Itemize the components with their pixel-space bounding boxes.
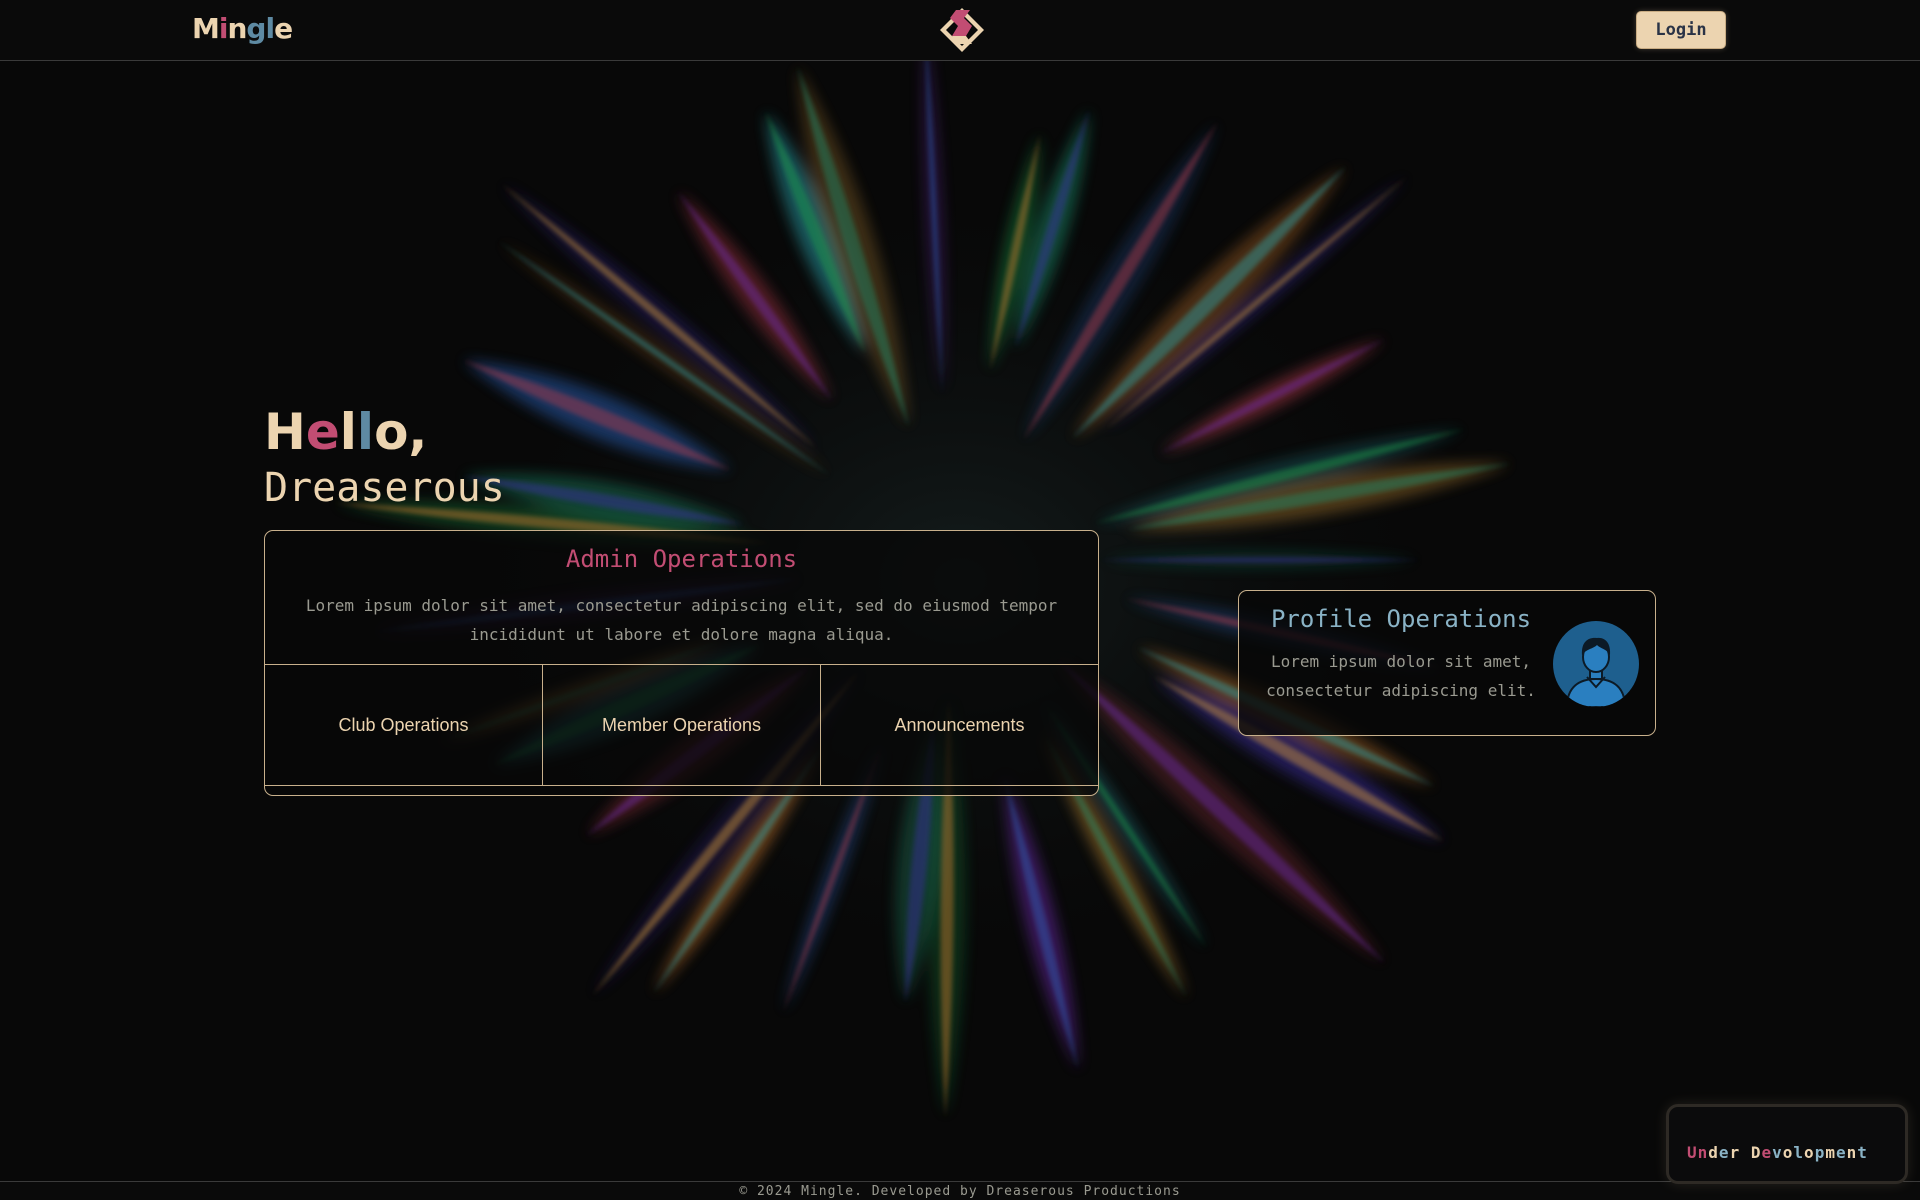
hello-heading: Hello, [264,402,427,462]
hello-letter: o [374,403,409,461]
badge-letter: t [1857,1143,1868,1162]
logo-letter: g [246,12,266,45]
user-name-heading: Dreaserous [264,465,505,511]
badge-letter: v [1772,1143,1783,1162]
logo-letter: n [227,12,247,45]
top-navbar: Mingle Login [0,0,1920,61]
club-operations-button[interactable]: Club Operations [265,665,543,785]
page: Mingle Login Hello, Dreaserous Admin Ope… [0,0,1920,1200]
badge-letter: l [1793,1143,1805,1162]
badge-letter: e [1718,1143,1730,1162]
profile-operations-card[interactable]: Profile Operations Lorem ipsum dolor sit… [1238,590,1656,736]
logo-letter: l [265,12,275,45]
badge-letter: e [1835,1143,1847,1162]
badge-letter: D [1750,1143,1762,1162]
badge-letter: U [1687,1143,1698,1162]
logo-letter: M [192,12,220,45]
mingle-logo-icon[interactable] [936,6,988,54]
under-development-badge: Under Devolopment [1666,1104,1908,1184]
admin-operations-grid: Club Operations Member Operations Announ… [265,664,1098,786]
admin-operations-title: Admin Operations [565,545,798,573]
hello-letter: , [408,403,428,461]
badge-letter: o [1782,1143,1794,1162]
admin-operations-card: Admin Operations Lorem ipsum dolor sit a… [264,530,1099,796]
hello-letter: l [356,403,375,461]
badge-letter: d [1708,1143,1719,1162]
mingle-logo-text[interactable]: Mingle [192,12,293,45]
announcements-button[interactable]: Announcements [821,665,1098,785]
badge-letter: r [1729,1143,1741,1162]
badge-letter: m [1825,1143,1836,1162]
badge-letter: e [1761,1143,1773,1162]
logo-letter: e [274,12,293,45]
hello-letter: e [305,403,340,461]
hello-letter: l [339,403,357,461]
profile-operations-title: Profile Operations [1270,605,1532,633]
login-button[interactable]: Login [1636,11,1726,49]
under-development-label: Under Devolopment [1687,1143,1868,1162]
admin-operations-description: Lorem ipsum dolor sit amet, consectetur … [305,596,1058,644]
badge-letter: n [1697,1143,1709,1162]
hello-letter: H [264,403,306,461]
badge-letter: o [1804,1143,1815,1162]
badge-letter: n [1846,1143,1858,1162]
badge-letter [1740,1143,1751,1162]
user-avatar-icon[interactable] [1553,621,1639,707]
profile-operations-description: Lorem ipsum dolor sit amet, consectetur … [1266,652,1536,700]
member-operations-button[interactable]: Member Operations [543,665,821,785]
footer-copyright: © 2024 Mingle. Developed by Dreaserous P… [0,1181,1920,1200]
badge-letter: p [1814,1143,1826,1162]
